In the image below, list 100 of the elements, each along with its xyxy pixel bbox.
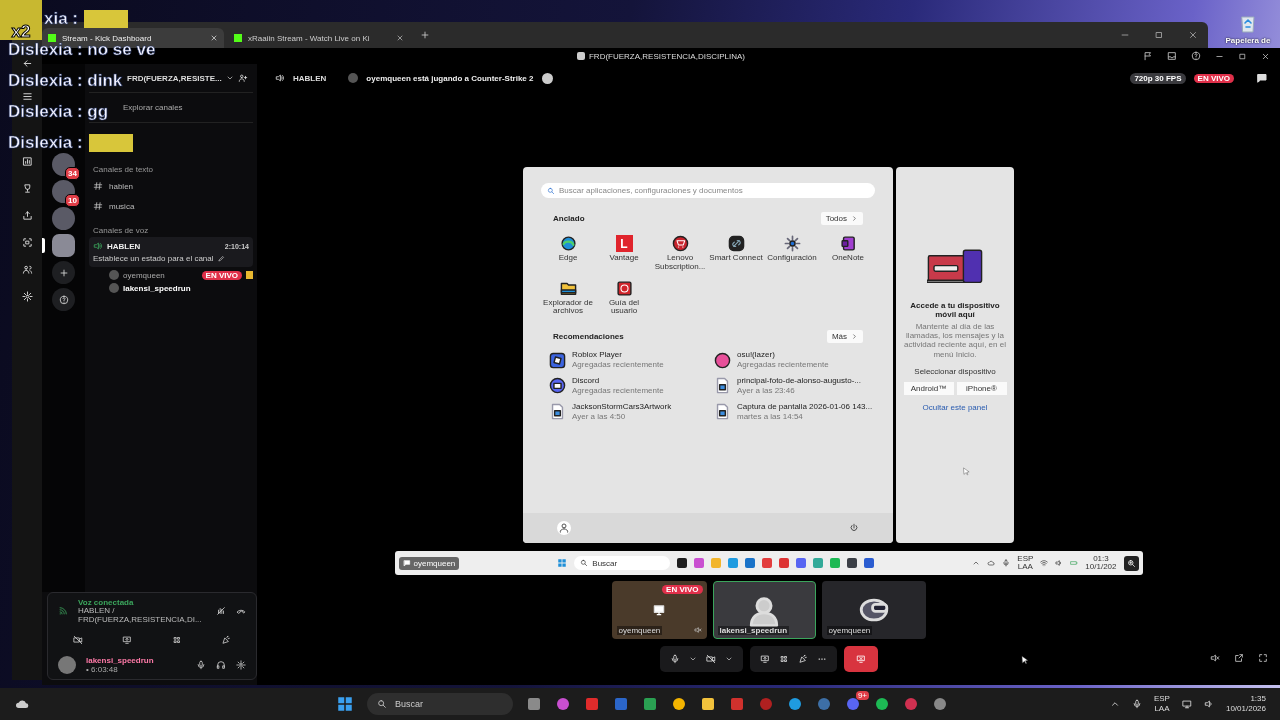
menu-icon[interactable] [21,91,33,102]
focus-icon[interactable] [21,237,33,248]
recommended-item[interactable]: principal-foto-de-alonso-augusto-... Ayer a las 23:46 [714,377,879,395]
channel-status-text[interactable]: Establece un estado para el canal [93,254,214,263]
wifi-icon[interactable] [1040,559,1049,567]
device-button[interactable]: iPhone® [956,381,1007,395]
monitor-icon[interactable] [1181,699,1192,709]
search-field[interactable]: Buscar [574,556,671,570]
chevron-up-icon[interactable] [972,559,981,567]
maximize-icon[interactable] [1238,51,1247,61]
inbox-icon[interactable] [1167,51,1177,61]
soundboard-icon[interactable] [221,635,232,646]
windows-start-icon[interactable] [336,695,354,713]
chevron-down-icon[interactable] [688,655,697,663]
microphone-icon[interactable] [196,660,206,670]
camera-off-icon[interactable] [705,654,716,664]
pop-out-icon[interactable] [1234,653,1244,663]
screen-share-icon[interactable] [122,635,133,646]
chevron-down-icon[interactable] [724,655,733,663]
pinned-app[interactable]: Guía del usuario [596,279,652,317]
fullscreen-icon[interactable] [1258,653,1268,663]
new-tab-icon[interactable] [420,30,430,40]
activities-icon[interactable] [171,635,182,646]
browser-tab[interactable]: xRaaiin Stream - Watch Live on Ki [228,28,410,48]
search-field[interactable]: Buscar aplicaciones, configuraciones y documentos [541,183,875,198]
settings-icon[interactable] [236,660,246,670]
add-user-icon[interactable] [237,73,248,83]
pencil-icon[interactable] [217,255,225,262]
pinned-app[interactable]: L Vantage [596,235,652,272]
signal-icon[interactable] [58,606,68,617]
channel-path[interactable]: HABLEN / FRD(FUERZA,RESISTENCIA,DI... [78,607,206,625]
participant-tile[interactable]: EN VIVO oyemqueen [611,581,707,639]
chart-icon[interactable] [21,156,33,167]
flag-icon[interactable] [1143,51,1153,61]
user-icon[interactable] [557,521,571,535]
soundboard-icon[interactable] [797,654,808,664]
clock[interactable]: 01:3 10/1/202 [1085,554,1117,572]
pinned-app[interactable]: Lenovo Subscription... [652,235,708,272]
users-icon[interactable] [21,264,33,275]
volume-icon[interactable] [1203,699,1214,709]
server-name[interactable]: FRD(FUERZA,RESISTE... [127,73,222,83]
discover-button[interactable] [52,288,75,311]
recommended-item[interactable]: osu!(lazer) Agregadas recientemente [714,351,879,369]
microphone-icon[interactable] [1131,699,1142,709]
pinned-app[interactable]: Explorador de archivos [540,279,596,317]
help-icon[interactable] [1191,51,1201,61]
pinned-app[interactable]: Smart Connect [708,235,764,272]
category-header[interactable]: Canales de texto [93,165,253,174]
language-indicator[interactable]: ESP LAA [1153,694,1170,714]
pinned-app[interactable]: Edge [540,235,596,272]
user-avatar[interactable] [58,656,76,674]
noise-suppression-icon[interactable] [216,606,226,617]
hide-panel-link[interactable]: Ocultar este panel [922,402,988,412]
volume-icon[interactable] [1055,559,1064,567]
server-avatar[interactable] [52,180,75,203]
activities-icon[interactable] [778,654,789,664]
close-icon[interactable] [1261,51,1270,61]
settings-icon[interactable] [21,291,33,302]
screen-share-icon[interactable] [759,654,770,664]
chevron-up-icon[interactable] [1109,699,1120,709]
participant-tile[interactable]: oyemqueen [821,581,926,639]
cloud-icon[interactable] [987,559,996,567]
text-channel[interactable]: hablen [89,176,253,196]
member-name[interactable]: oyemqueen [123,270,165,280]
member-name[interactable]: lakensi_speedrun [123,283,191,293]
explore-channels-item[interactable]: Explorar canales [123,103,183,112]
microphone-icon[interactable] [669,654,680,664]
maximize-icon[interactable] [1154,30,1164,40]
pinned-app[interactable]: Configuración [764,235,820,272]
user-chip[interactable]: oyemqueen [398,556,460,570]
more-button[interactable]: Más [826,330,863,344]
muted-speaker-icon[interactable] [693,626,702,634]
clock[interactable]: 1:35 10/01/2026 [1225,694,1266,714]
windows-stack-icon[interactable] [526,696,542,712]
category-header[interactable]: Canales de voz [93,226,253,235]
camera-off-icon[interactable] [72,635,83,646]
pinned-app[interactable]: OneNote [820,235,876,272]
app-icon[interactable] [677,558,688,568]
stop-stream-button[interactable] [843,646,878,672]
chat-app-icon[interactable] [845,696,861,712]
close-icon[interactable] [1188,30,1198,40]
server-avatar[interactable] [52,234,75,257]
device-button[interactable]: Android™ [903,381,954,395]
voice-channel-name[interactable]: HABLEN [107,241,141,251]
chevron-down-icon[interactable] [225,74,234,82]
all-apps-button[interactable]: Todos [820,212,863,225]
muted-speaker-icon[interactable] [1210,653,1220,663]
close-icon[interactable] [396,34,404,42]
windows-start-icon[interactable] [557,558,568,568]
participant-tile[interactable]: lakensi_speedrun [712,581,816,639]
recommended-item[interactable]: JacksonStormCars3Artwork Ayer a las 4:50 [549,402,714,421]
text-channel[interactable]: musica [89,196,253,216]
app-icon[interactable] [847,558,858,568]
add-server-button[interactable] [52,261,75,284]
language-indicator[interactable]: ESP LAA [1017,554,1034,572]
upload-icon[interactable] [21,210,33,221]
recommended-item[interactable]: Roblox Player Agregadas recientemente [549,351,714,369]
chat-icon[interactable] [1256,72,1268,84]
recommended-item[interactable]: Captura de pantalla 2026-01-06 143... martes a las 14:54 [714,402,879,421]
microphone-icon[interactable] [1002,559,1011,567]
